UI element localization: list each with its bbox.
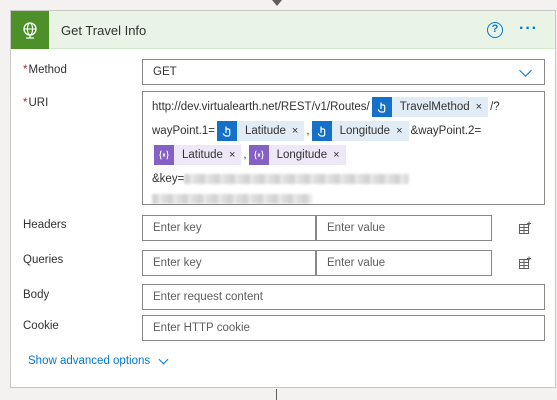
connector-line [276,389,277,400]
uri-field[interactable]: http://dev.virtualearth.net/REST/v1/Rout… [142,91,545,205]
manual-trigger-icon [216,121,237,141]
switch-to-text-mode-icon[interactable] [518,221,532,235]
token-latitude-2[interactable]: Latitude × [154,145,242,165]
uri-text: &key= [152,173,185,185]
queries-key-placeholder: Enter key [153,257,202,269]
uri-text: , [306,125,310,137]
uri-text: /? [490,101,500,113]
token-label: Longitude [339,125,391,137]
queries-key-input[interactable]: Enter key [142,250,316,276]
token-longitude-2[interactable]: Longitude × [248,145,346,165]
uri-text: http://dev.virtualearth.net/REST/v1/Rout… [152,101,370,113]
body-label: Body [23,289,50,301]
connector-arrow-icon [272,0,282,6]
uri-line-2: wayPoint.1= Latitude × , Longitude × &wa… [152,120,481,142]
token-latitude-1[interactable]: Latitude × [216,121,305,141]
cookie-label: Cookie [23,320,59,332]
method-value: GET [153,66,177,78]
method-label: *Method [23,64,67,76]
manual-trigger-icon [311,121,332,141]
remove-token-icon[interactable]: × [292,125,304,137]
uri-line-4: &key= [152,168,410,190]
queries-label: Queries [23,254,64,266]
token-label: Latitude [182,149,223,161]
body-placeholder: Enter request content [153,291,263,303]
token-travel-method[interactable]: TravelMethod × [371,97,489,117]
variable-icon [154,145,174,165]
action-card: Get Travel Info ? ··· *Method GET *URI h… [10,10,556,388]
required-marker: * [23,64,28,76]
variable-icon [248,145,269,165]
uri-label: *URI [23,97,48,109]
action-title: Get Travel Info [61,23,147,38]
cookie-placeholder: Enter HTTP cookie [153,322,250,334]
method-label-text: Method [28,64,67,76]
headers-key-placeholder: Enter key [153,222,202,234]
method-dropdown[interactable]: GET [142,59,545,85]
redacted-key [184,174,410,184]
headers-label: Headers [23,219,67,231]
required-marker: * [23,97,28,109]
action-header[interactable]: Get Travel Info ? ··· [11,11,555,49]
uri-line-3: Latitude × , Longitude × [152,144,348,166]
token-label: Longitude [276,149,328,161]
more-options-icon[interactable]: ··· [519,20,538,38]
queries-value-placeholder: Enter value [327,257,386,269]
switch-to-text-mode-icon[interactable] [518,256,532,270]
cookie-input[interactable]: Enter HTTP cookie [142,315,545,341]
redacted-key [152,194,312,204]
token-label: TravelMethod [399,101,470,113]
body-input[interactable]: Enter request content [142,284,545,310]
chevron-down-icon [158,354,169,364]
help-icon[interactable]: ? [487,22,503,38]
chevron-down-icon [519,64,532,77]
uri-text: wayPoint.1= [152,125,215,137]
uri-text: , [243,149,247,161]
remove-token-icon[interactable]: × [396,125,408,137]
show-advanced-options-link[interactable]: Show advanced options [28,354,169,367]
headers-value-placeholder: Enter value [327,222,386,234]
manual-trigger-icon [371,97,392,117]
globe-icon [11,11,49,49]
headers-value-input[interactable]: Enter value [316,215,492,241]
uri-text: &wayPoint.2= [410,125,482,137]
token-label: Latitude [244,125,286,137]
queries-value-input[interactable]: Enter value [316,250,492,276]
remove-token-icon[interactable]: × [333,149,345,161]
remove-token-icon[interactable]: × [476,101,488,113]
token-longitude-1[interactable]: Longitude × [311,121,409,141]
headers-key-input[interactable]: Enter key [142,215,316,241]
remove-token-icon[interactable]: × [229,149,241,161]
uri-label-text: URI [28,97,49,109]
uri-line-1: http://dev.virtualearth.net/REST/v1/Rout… [152,96,500,118]
advanced-label: Show advanced options [28,355,151,367]
uri-line-5 [152,188,312,204]
